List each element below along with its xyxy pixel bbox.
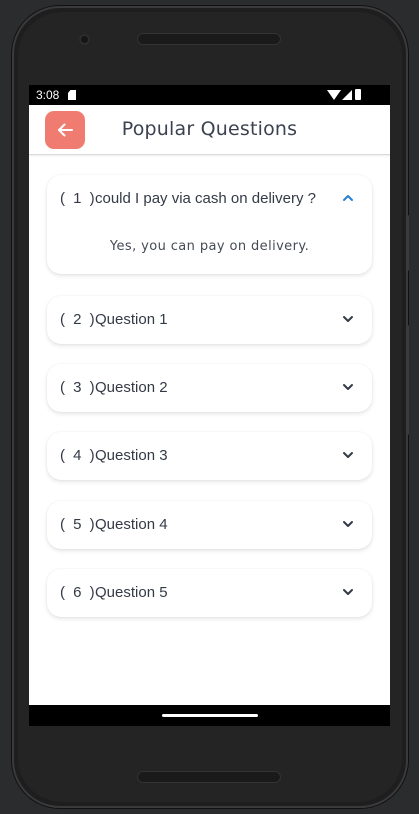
bottom-speaker — [137, 771, 281, 783]
home-gesture-handle[interactable] — [162, 714, 258, 717]
faq-item-question: Question 3 — [95, 447, 168, 464]
faq-item-3[interactable]: ( 3 ) Question 2 — [47, 364, 372, 412]
faq-item-number: ( 2 ) — [60, 311, 97, 328]
app-bar: Popular Questions — [29, 105, 390, 155]
faq-item-6[interactable]: ( 6 ) Question 5 — [47, 569, 372, 617]
status-time: 3:08 — [36, 88, 60, 102]
faq-item-5-header[interactable]: ( 5 ) Question 4 — [47, 501, 372, 549]
volume-button[interactable] — [406, 215, 409, 271]
faq-item-question: Question 1 — [95, 311, 168, 328]
faq-item-2[interactable]: ( 2 ) Question 1 — [47, 296, 372, 344]
faq-item-3-header[interactable]: ( 3 ) Question 2 — [47, 364, 372, 412]
faq-item-question: could I pay via cash on delivery ? — [95, 190, 316, 207]
chevron-down-icon[interactable] — [342, 587, 354, 597]
signal-icon — [342, 90, 352, 100]
navigation-bar — [29, 705, 390, 726]
faq-item-4[interactable]: ( 4 ) Question 3 — [47, 432, 372, 480]
faq-item-2-header[interactable]: ( 2 ) Question 1 — [47, 296, 372, 344]
faq-item-answer: Yes, you can pay on delivery. — [109, 239, 310, 254]
faq-item-question: Question 2 — [95, 379, 168, 396]
faq-item-number: ( 3 ) — [60, 379, 97, 396]
chevron-down-icon[interactable] — [342, 382, 354, 392]
wifi-icon — [327, 90, 341, 100]
phone-screen: 3:08 Popular Questions ( 1 ) could I pay… — [29, 85, 390, 726]
sd-card-icon — [68, 90, 76, 100]
faq-item-question: Question 5 — [95, 584, 168, 601]
chevron-down-icon[interactable] — [342, 450, 354, 460]
top-speaker — [137, 33, 281, 45]
status-bar: 3:08 — [29, 85, 390, 105]
battery-icon — [355, 89, 361, 100]
power-button[interactable] — [406, 325, 409, 435]
arrow-left-icon — [58, 123, 73, 137]
faq-item-4-header[interactable]: ( 4 ) Question 3 — [47, 432, 372, 480]
chevron-down-icon[interactable] — [342, 314, 354, 324]
faq-item-number: ( 5 ) — [60, 516, 97, 533]
faq-item-6-header[interactable]: ( 6 ) Question 5 — [47, 569, 372, 617]
faq-item-5[interactable]: ( 5 ) Question 4 — [47, 501, 372, 549]
faq-item-number: ( 4 ) — [60, 447, 97, 464]
faq-item-number: ( 1 ) — [60, 190, 97, 207]
faq-item-1: ( 1 ) could I pay via cash on delivery ?… — [47, 175, 372, 274]
chevron-up-icon[interactable] — [342, 193, 354, 203]
front-camera — [79, 34, 90, 45]
faq-item-1-header[interactable]: ( 1 ) could I pay via cash on delivery ? — [47, 175, 372, 223]
faq-item-question: Question 4 — [95, 516, 168, 533]
back-button[interactable] — [45, 111, 85, 149]
chevron-down-icon[interactable] — [342, 519, 354, 529]
faq-item-number: ( 6 ) — [60, 584, 97, 601]
